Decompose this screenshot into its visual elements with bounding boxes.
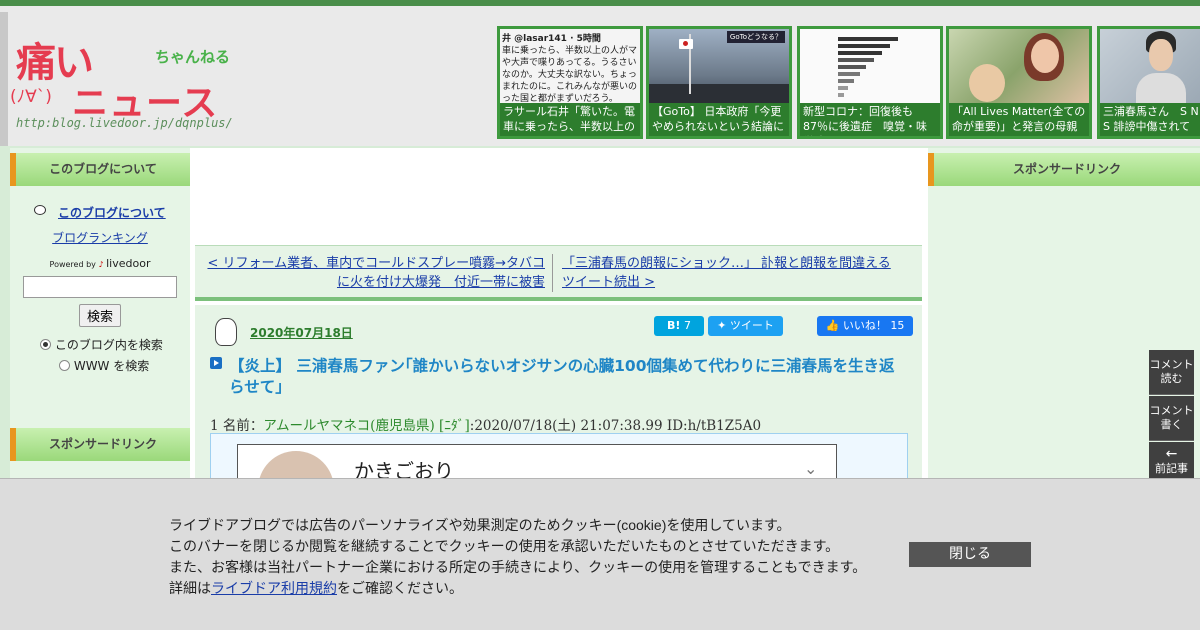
thumb-caption: 新型コロナ：回復後も87％に後遺症 嗅覚・味覚障: [800, 103, 940, 136]
res-label: 名前：: [222, 418, 264, 434]
header-stripe: [0, 12, 8, 146]
cookie-line-3: また、お客様は当社パートナー企業における所定の手続きにより、クッキーの使用を管理…: [169, 559, 867, 575]
cookie-line-4: 詳細はライブドア利用規約をご確認ください。: [169, 578, 866, 599]
logo-url: http:blog.livedoor.jp/dqnplus/: [16, 116, 233, 130]
nav-divider: [552, 254, 553, 292]
cookie-line-1: ライブドアブログでは広告のパーソナライズや効果測定のためクッキー(cookie)…: [169, 517, 791, 533]
site-header: 痛い ちゃんねる (ﾉ∀`) ニュース http:blog.livedoor.j…: [0, 0, 1200, 146]
thumb-image-people: [949, 29, 1089, 106]
read-comments-button[interactable]: コメント読む: [1149, 350, 1194, 395]
cookie-text: ライブドアブログでは広告のパーソナライズや効果測定のためクッキー(cookie)…: [169, 515, 866, 599]
livedoor-icon: ♪: [98, 260, 104, 269]
logo-sub: ちゃんねる: [155, 48, 231, 66]
livedoor-label: livedoor: [106, 257, 151, 270]
tweet-text: 車に乗ったら、半数以上の人がマや大声で喋りあってる。うるさいなのか。大丈夫な訳な…: [502, 46, 638, 104]
tweet-button[interactable]: ✦ ツイート: [708, 316, 783, 336]
blog-icon: [34, 205, 46, 215]
tweet-label: ツイート: [729, 319, 774, 332]
radio-blog-label: このブログ内を検索: [54, 338, 163, 352]
powered-by[interactable]: Powered by ♪ livedoor: [10, 257, 190, 270]
right-sponsor-header: スポンサードリンク: [928, 153, 1200, 186]
thumb-image-tweet: 井 @lasar141 · 5時間車に乗ったら、半数以上の人がマや大声で喋りあっ…: [500, 29, 640, 106]
post: 2020年07月18日 B! 7 ✦ ツイート 👍 いいね！ 15 【炎上】 三…: [195, 305, 922, 491]
cookie-line-4-post: をご確認ください。: [337, 580, 463, 596]
thumb-image-barchart: [800, 29, 940, 106]
thumb-article-2[interactable]: GoToどうなる？ 【GoTo】 日本政府「今更やめられないという結論に: [646, 26, 792, 139]
cookie-line-2: このバナーを閉じるか閲覧を継続することでクッキーの使用を承認いただいたものとさせ…: [169, 538, 840, 554]
article-nav: < リフォーム業者、車内でコールドスプレー噴霧→タバコに火を付け大爆発 付近一帯…: [195, 245, 922, 301]
thumb-article-3[interactable]: 新型コロナ：回復後も87％に後遺症 嗅覚・味覚障: [797, 26, 943, 139]
thumb-image-person: [1100, 29, 1200, 106]
next-article-link[interactable]: 「三浦春馬の朗報にショック…」 訃報と朗報を間違えるツイート続出 >: [562, 254, 902, 292]
prev-article-link[interactable]: < リフォーム業者、車内でコールドスプレー噴霧→タバコに火を付け大爆発 付近一帯…: [205, 254, 545, 292]
like-count: 15: [890, 319, 905, 332]
cookie-line-4-pre: 詳細は: [169, 580, 211, 596]
about-link[interactable]: このブログについて: [58, 204, 166, 221]
prev-post-button[interactable]: ← 前記事: [1149, 442, 1194, 482]
powered-by-label: Powered by: [49, 260, 96, 269]
thumb-caption: 【GoTo】 日本政府「今更やめられないという結論に: [649, 103, 789, 136]
res-name: アムールヤマネコ(鹿児島県) [ﾆﾀﾞ]: [263, 418, 470, 434]
prev-post-label: 前記事: [1155, 462, 1188, 475]
tweet-user: 井 @lasar141 · 5時間: [502, 34, 601, 44]
cookie-close-button[interactable]: 閉じる: [909, 542, 1031, 567]
left-sponsor-header: スポンサードリンク: [10, 428, 190, 461]
thumb-article-5[interactable]: 三浦春馬さん S N S 誹謗中傷されていた！: [1097, 26, 1200, 139]
arrow-left-icon: ←: [1165, 446, 1178, 462]
chevron-down-icon[interactable]: ⌄: [804, 459, 817, 478]
site-logo[interactable]: 痛い ちゃんねる (ﾉ∀`) ニュース http:blog.livedoor.j…: [10, 24, 240, 136]
like-label: いいね！: [842, 319, 887, 332]
hatena-count: 7: [683, 319, 691, 332]
twitter-icon: ✦: [717, 319, 727, 332]
hatena-button[interactable]: B! 7: [654, 316, 704, 336]
post-title: 【炎上】 三浦春馬ファン｢誰かいらないオジサンの心臓100個集めて代わりに三浦春…: [229, 357, 895, 396]
thumb-article-1[interactable]: 井 @lasar141 · 5時間車に乗ったら、半数以上の人がマや大声で喋りあっ…: [497, 26, 643, 139]
radio-www-label: WWW を検索: [73, 359, 150, 373]
cookie-banner: ライブドアブログでは広告のパーソナライズや効果測定のためクッキー(cookie)…: [0, 478, 1200, 630]
thumb-caption: 「All Lives Matter(全ての命が重要)」と発言の母親(2: [949, 103, 1089, 136]
logo-face: (ﾉ∀`): [10, 87, 52, 107]
radio-www-option[interactable]: WWW を検索: [59, 357, 149, 374]
res-number: 1: [210, 418, 219, 434]
res-meta: :2020/07/18(土) 21:07:38.99 ID:h/tB1Z5A0: [469, 418, 762, 434]
thumb-overlay-label: GoToどうなる？: [726, 31, 785, 43]
write-comment-button[interactable]: コメント書く: [1149, 396, 1194, 441]
radio-blog-option[interactable]: このブログ内を検索: [40, 336, 163, 353]
terms-link[interactable]: ライブドア利用規約: [211, 580, 337, 596]
thumb-article-4[interactable]: 「All Lives Matter(全ての命が重要)」と発言の母親(2: [946, 26, 1092, 139]
hatena-label: B!: [667, 319, 681, 332]
left-sidebar: このブログについて このブログについて ブログランキング Powered by …: [10, 148, 190, 488]
about-header: このブログについて: [10, 153, 190, 186]
post-date: 2020年07月18日: [250, 326, 353, 340]
title-icon: [210, 357, 222, 369]
radio-blog[interactable]: [40, 339, 51, 350]
radio-www[interactable]: [59, 360, 70, 371]
search-input[interactable]: [23, 276, 177, 298]
thumbs-up-icon: 👍: [825, 319, 840, 332]
thumb-caption: 三浦春馬さん S N S 誹謗中傷されていた！: [1100, 103, 1200, 136]
date-icon: [215, 318, 237, 346]
thumb-image-building: GoToどうなる？: [649, 29, 789, 106]
ranking-link[interactable]: ブログランキング: [10, 229, 190, 246]
search-button[interactable]: 検索: [79, 304, 121, 327]
res-header: 1 名前：アムールヤマネコ(鹿児島県) [ﾆﾀﾞ]:2020/07/18(土) …: [210, 414, 761, 434]
thumb-caption: ラサール石井「驚いた。電車に乗ったら、半数以上の: [500, 103, 640, 136]
like-button[interactable]: 👍 いいね！ 15: [817, 316, 913, 336]
